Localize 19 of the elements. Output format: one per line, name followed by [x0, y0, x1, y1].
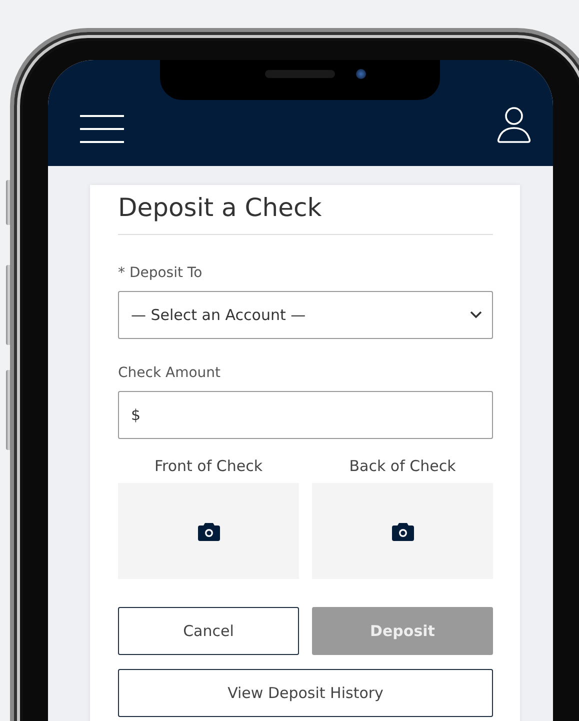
camera-icon [198, 522, 220, 540]
image-label: Front of Check [154, 457, 263, 475]
amount-field[interactable]: $ [118, 391, 493, 439]
camera-icon [392, 522, 414, 540]
chevron-down-icon [470, 311, 482, 319]
cancel-button[interactable]: Cancel [118, 607, 299, 655]
page-title: Deposit a Check [118, 193, 493, 235]
camera-icon[interactable] [198, 522, 220, 540]
user-icon[interactable] [497, 106, 531, 144]
account-select[interactable]: — Select an Account — [118, 291, 493, 339]
camera-icon[interactable] [392, 522, 414, 540]
front-camera [356, 69, 366, 79]
history-button[interactable]: View Deposit History [118, 669, 493, 717]
field-label: * Deposit To [118, 265, 204, 281]
field-label: Check Amount [118, 365, 222, 381]
select-value: — Select an Account — [131, 306, 306, 324]
speaker-grille [265, 70, 335, 78]
image-label: Back of Check [349, 457, 456, 475]
menu-icon[interactable] [80, 114, 124, 144]
